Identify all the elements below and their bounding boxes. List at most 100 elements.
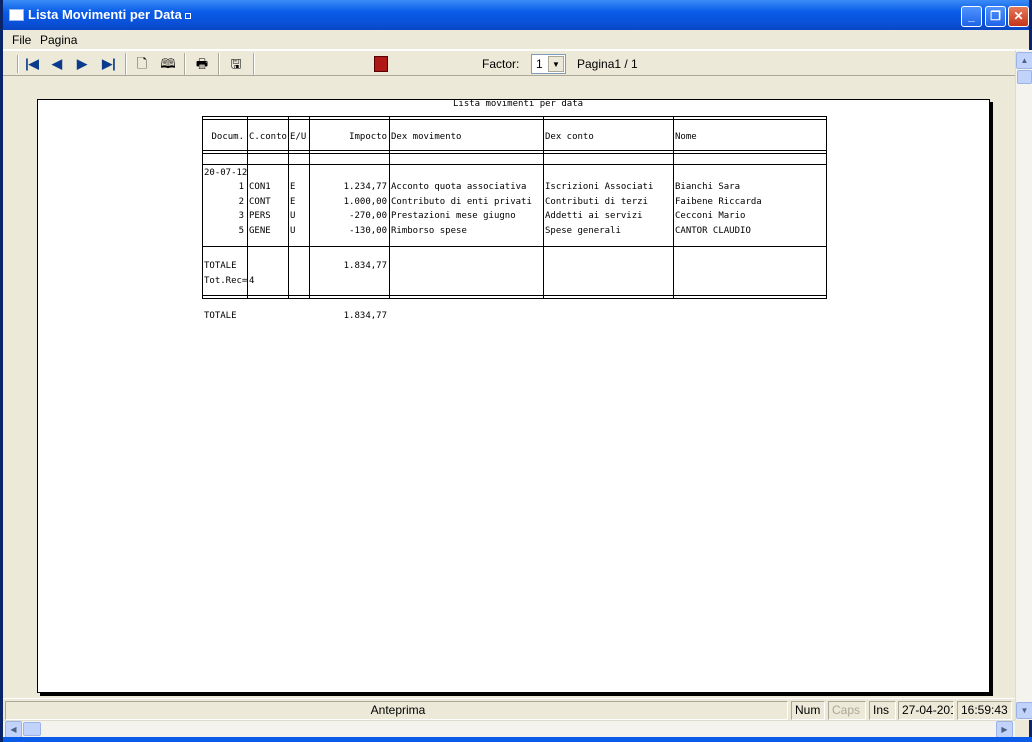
previous-page-icon[interactable]: ◀ [47, 54, 67, 74]
toolbar-separator [184, 53, 186, 75]
subtotal-label: TOTALE [204, 261, 237, 271]
close-button[interactable]: ✕ [1008, 6, 1029, 27]
table-cell: 5 [238, 226, 244, 236]
title-bar[interactable]: Lista Movimenti per Data _ ❐ ✕ [3, 0, 1029, 30]
exit-icon[interactable] [374, 56, 388, 72]
table-cell: 3 [238, 211, 244, 221]
print-icon[interactable]: 🖶 [192, 54, 212, 74]
grand-total-label: TOTALE [204, 311, 237, 321]
status-date: 27-04-2016 [898, 701, 954, 720]
table-cell: 1.234,77 [343, 182, 387, 192]
table-cell: 1.000,00 [343, 197, 387, 207]
column-header-nome: Nome [675, 132, 697, 142]
scroll-right-icon[interactable]: ▶ [996, 721, 1013, 738]
table-cell: Contributo di enti privati [391, 197, 532, 207]
table-cell: U [290, 211, 296, 221]
last-page-icon[interactable]: ▶| [99, 54, 119, 74]
scroll-up-icon[interactable]: ▲ [1016, 52, 1032, 69]
rule-line [202, 295, 826, 296]
chevron-down-icon[interactable]: ▼ [548, 56, 564, 72]
table-cell: E [290, 182, 296, 192]
status-mode: Anteprima [5, 701, 788, 720]
column-rule [202, 116, 203, 299]
rule-line [202, 164, 826, 165]
factor-select[interactable]: 1 ▼ [531, 54, 566, 74]
column-rule [673, 116, 674, 299]
toolbar-separator [253, 53, 255, 75]
export-icon[interactable]: 🖫 [226, 54, 246, 74]
report-title: Lista movimenti per data [453, 99, 584, 109]
table-cell: Contributi di terzi [545, 197, 648, 207]
rule-line [202, 298, 826, 299]
table-cell: PERS [249, 211, 271, 221]
scroll-down-icon[interactable]: ▼ [1016, 702, 1032, 719]
single-page-icon[interactable]: 🗋 [132, 54, 152, 74]
column-rule [826, 116, 827, 299]
table-cell: CONT [249, 197, 271, 207]
grand-total-value: 1.834,77 [343, 311, 387, 321]
page-info: Pagina1 / 1 [577, 57, 638, 71]
record-count-value: 4 [249, 276, 255, 286]
rule-line [202, 150, 826, 151]
subtotal-value: 1.834,77 [343, 261, 387, 271]
table-cell: U [290, 226, 296, 236]
table-cell: Bianchi Sara [675, 182, 741, 192]
date-group: 20-07-12 [204, 168, 248, 178]
rule-line [202, 119, 826, 120]
status-ins: Ins [869, 701, 896, 720]
column-header-dex-movimento: Dex movimento [391, 132, 462, 142]
menu-file[interactable]: File [12, 33, 31, 47]
toolbar: |◀ ◀ ▶ ▶| 🗋 🕮 🖶 🖫 Factor: 1 ▼ Pagina1 / … [3, 50, 1015, 76]
rule-line [202, 153, 826, 154]
scroll-thumb[interactable] [1017, 70, 1032, 84]
horizontal-scrollbar[interactable]: ◀ ▶ [3, 720, 1015, 738]
window-title: Lista Movimenti per Data [28, 7, 182, 22]
window-icon [9, 9, 24, 21]
table-cell: Spese generali [545, 226, 621, 236]
first-page-icon[interactable]: |◀ [22, 54, 42, 74]
table-cell: -270,00 [349, 211, 387, 221]
preview-area: Lista movimenti per data Docum. C.conto … [6, 77, 1015, 696]
column-rule [389, 116, 390, 299]
table-cell: -130,00 [349, 226, 387, 236]
table-cell: 1 [238, 182, 244, 192]
table-cell: Addetti ai servizi [545, 211, 643, 221]
menu-bar: File Pagina [3, 30, 1029, 50]
toolbar-grip[interactable] [17, 55, 19, 73]
column-header-docum: Docum. [211, 132, 244, 142]
toolbar-separator [125, 53, 127, 75]
status-time: 16:59:43 [957, 701, 1012, 720]
column-rule [247, 116, 248, 299]
minimize-button[interactable]: _ [961, 6, 982, 27]
scroll-left-icon[interactable]: ◀ [5, 721, 22, 738]
factor-value: 1 [536, 57, 543, 71]
status-num: Num [791, 701, 825, 720]
table-cell: Rimborso spese [391, 226, 467, 236]
next-page-icon[interactable]: ▶ [72, 54, 92, 74]
menu-pagina[interactable]: Pagina [40, 33, 77, 47]
table-cell: CON1 [249, 182, 271, 192]
column-rule [543, 116, 544, 299]
title-marker-icon [185, 13, 191, 19]
maximize-button[interactable]: ❐ [985, 6, 1006, 27]
rule-line [202, 246, 826, 247]
record-count-label: Tot.Rec= [204, 276, 248, 286]
two-pages-icon[interactable]: 🕮 [158, 54, 178, 74]
window-bottom-border [3, 737, 1032, 742]
toolbar-separator [218, 53, 220, 75]
report-preview-window: Lista Movimenti per Data _ ❐ ✕ File Pagi… [0, 0, 1032, 742]
report-page: Lista movimenti per data Docum. C.conto … [37, 99, 990, 693]
table-cell: Faibene Riccarda [675, 197, 762, 207]
rule-line [202, 116, 826, 117]
table-cell: Iscrizioni Associati [545, 182, 654, 192]
status-bar: Anteprima Num Caps Ins 27-04-2016 16:59:… [3, 698, 1015, 720]
vertical-scrollbar[interactable]: ▲ ▼ [1015, 50, 1032, 720]
column-header-importo: Impocto [349, 132, 387, 142]
factor-label: Factor: [482, 57, 520, 71]
table-cell: CANTOR CLAUDIO [675, 226, 751, 236]
table-cell: Prestazioni mese giugno [391, 211, 516, 221]
table-cell: 2 [238, 197, 244, 207]
column-header-dex-conto: Dex conto [545, 132, 594, 142]
scroll-thumb[interactable] [23, 722, 41, 736]
table-cell: GENE [249, 226, 271, 236]
